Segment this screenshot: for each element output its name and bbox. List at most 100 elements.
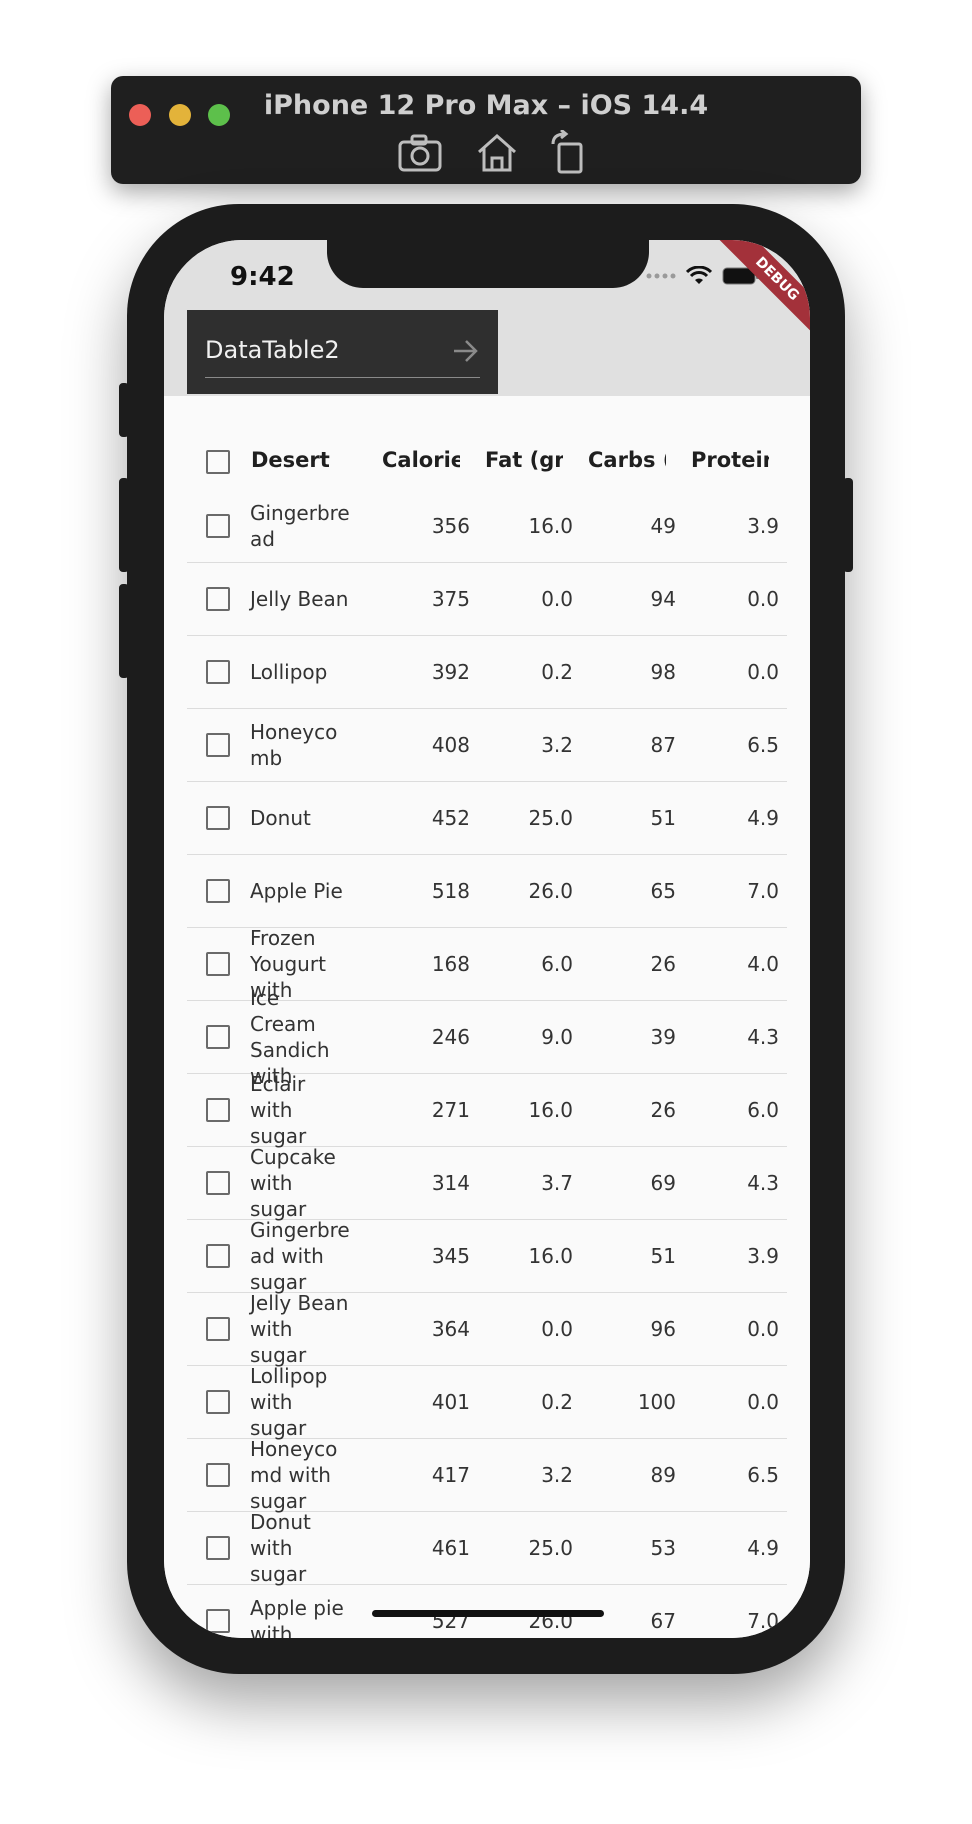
calories-cell: 375 <box>431 587 470 611</box>
status-time: 9:42 <box>230 262 295 292</box>
status-bar: 9:42 DEBUG DataTable2 <box>164 240 810 396</box>
carbs-cell: 87 <box>650 733 676 757</box>
row-checkbox[interactable] <box>206 1025 230 1049</box>
row-checkbox[interactable] <box>206 1609 230 1633</box>
table-row[interactable]: Lollipop 392 0.2 98 0.0 <box>187 636 787 709</box>
row-checkbox[interactable] <box>206 1390 230 1414</box>
column-header-protein[interactable]: Protein <box>691 448 769 472</box>
calories-cell: 364 <box>431 1317 470 1341</box>
table-row[interactable]: Donut 452 25.0 51 4.9 <box>187 782 787 855</box>
row-checkbox[interactable] <box>206 1244 230 1268</box>
data-table: Desert Calories Fat (gm) Carbs ( Protein… <box>164 396 810 1638</box>
dessert-name-cell: Jelly Bean with sugar <box>250 1291 349 1367</box>
table-row[interactable]: Cupcake with sugar 314 3.7 69 4.3 <box>187 1145 787 1221</box>
dessert-name-cell: Ice Cream Sandich with <box>250 986 330 1088</box>
carbs-cell: 100 <box>637 1390 676 1414</box>
calories-cell: 518 <box>431 879 470 903</box>
calories-cell: 452 <box>431 806 470 830</box>
carbs-cell: 39 <box>650 1025 676 1049</box>
fat-cell: 9.0 <box>541 1025 573 1049</box>
dessert-name-cell: Apple Pie <box>250 879 343 903</box>
row-checkbox[interactable] <box>206 1171 230 1195</box>
screenshot-icon[interactable] <box>396 130 444 176</box>
row-checkbox[interactable] <box>206 1317 230 1341</box>
table-row[interactable]: Apple Pie 518 26.0 65 7.0 <box>187 855 787 928</box>
dessert-name-cell: Apple pie with <box>250 1596 344 1638</box>
protein-cell: 0.0 <box>747 1317 779 1341</box>
column-header-desert[interactable]: Desert <box>251 448 351 472</box>
home-icon[interactable] <box>473 130 521 176</box>
table-row[interactable]: Lollipop with sugar 401 0.2 100 0.0 <box>187 1364 787 1440</box>
phone-screen: 9:42 DEBUG DataTable2 Desert Calorie Fat… <box>164 240 810 1638</box>
protein-cell: 0.0 <box>747 660 779 684</box>
table-row[interactable]: Ice Cream Sandich with 246 9.0 39 4.3 <box>187 986 787 1088</box>
dessert-name-cell: Honeyco md with sugar <box>250 1437 338 1513</box>
fat-cell: 16.0 <box>528 1244 573 1268</box>
carbs-cell: 65 <box>650 879 676 903</box>
fat-cell: 6.0 <box>541 952 573 976</box>
carbs-cell: 26 <box>650 952 676 976</box>
row-checkbox[interactable] <box>206 660 230 684</box>
table-row[interactable]: Jelly Bean 375 0.0 94 0.0 <box>187 563 787 636</box>
row-checkbox[interactable] <box>206 514 230 538</box>
calories-cell: 314 <box>431 1171 470 1195</box>
table-row[interactable]: Honeyco mb 408 3.2 87 6.5 <box>187 709 787 782</box>
table-row[interactable]: Eclair with sugar 271 16.0 26 6.0 <box>187 1072 787 1148</box>
table-row[interactable]: Gingerbre ad 356 16.0 49 3.9 <box>187 490 787 563</box>
calories-cell: 271 <box>431 1098 470 1122</box>
table-row[interactable]: Jelly Bean with sugar 364 0.0 96 0.0 <box>187 1291 787 1367</box>
column-header-fat[interactable]: Fat (gm) <box>485 448 563 472</box>
table-header-row: Desert Calories Fat (gm) Carbs ( Protein <box>164 434 810 490</box>
carbs-cell: 96 <box>650 1317 676 1341</box>
fat-cell: 16.0 <box>528 514 573 538</box>
arrow-right-icon[interactable] <box>450 336 480 366</box>
row-checkbox[interactable] <box>206 733 230 757</box>
table-row[interactable]: Donut with sugar 461 25.0 53 4.9 <box>187 1510 787 1586</box>
protein-cell: 0.0 <box>747 587 779 611</box>
row-checkbox[interactable] <box>206 806 230 830</box>
protein-cell: 3.9 <box>747 1244 779 1268</box>
power-button <box>843 478 853 572</box>
dessert-name-cell: Eclair with sugar <box>250 1072 307 1148</box>
carbs-cell: 89 <box>650 1463 676 1487</box>
protein-cell: 6.5 <box>747 1463 779 1487</box>
volume-up-button <box>119 478 129 572</box>
table-row[interactable]: Gingerbre ad with sugar 345 16.0 51 3.9 <box>187 1218 787 1294</box>
dessert-name-cell: Cupcake with sugar <box>250 1145 336 1221</box>
column-header-carbs[interactable]: Carbs ( <box>588 448 666 472</box>
fat-cell: 16.0 <box>528 1098 573 1122</box>
dessert-name-cell: Gingerbre ad <box>250 501 350 551</box>
calories-cell: 417 <box>431 1463 470 1487</box>
column-header-calories[interactable]: Calories <box>382 448 460 472</box>
volume-down-button <box>119 584 129 678</box>
calories-cell: 392 <box>431 660 470 684</box>
app-bar-input[interactable]: DataTable2 <box>187 310 498 394</box>
silent-switch <box>119 383 129 437</box>
fat-cell: 3.2 <box>541 1463 573 1487</box>
fat-cell: 0.0 <box>541 587 573 611</box>
row-checkbox[interactable] <box>206 587 230 611</box>
row-checkbox[interactable] <box>206 1463 230 1487</box>
dessert-name-cell: Gingerbre ad with sugar <box>250 1218 350 1294</box>
calories-cell: 356 <box>431 514 470 538</box>
dessert-name-cell: Jelly Bean <box>250 587 349 611</box>
protein-cell: 4.3 <box>747 1171 779 1195</box>
row-checkbox[interactable] <box>206 952 230 976</box>
select-all-checkbox[interactable] <box>206 450 230 474</box>
carbs-cell: 94 <box>650 587 676 611</box>
fat-cell: 25.0 <box>528 806 573 830</box>
rotate-icon[interactable] <box>545 128 593 176</box>
fat-cell: 25.0 <box>528 1536 573 1560</box>
table-row[interactable]: Honeyco md with sugar 417 3.2 89 6.5 <box>187 1437 787 1513</box>
carbs-cell: 69 <box>650 1171 676 1195</box>
home-indicator[interactable] <box>372 1610 604 1617</box>
app-bar-input-value: DataTable2 <box>205 336 340 364</box>
row-checkbox[interactable] <box>206 1536 230 1560</box>
calories-cell: 246 <box>431 1025 470 1049</box>
carbs-cell: 67 <box>650 1609 676 1633</box>
wifi-icon <box>686 266 712 284</box>
status-icons <box>646 266 760 286</box>
row-checkbox[interactable] <box>206 879 230 903</box>
dessert-name-cell: Donut with sugar <box>250 1510 311 1586</box>
row-checkbox[interactable] <box>206 1098 230 1122</box>
